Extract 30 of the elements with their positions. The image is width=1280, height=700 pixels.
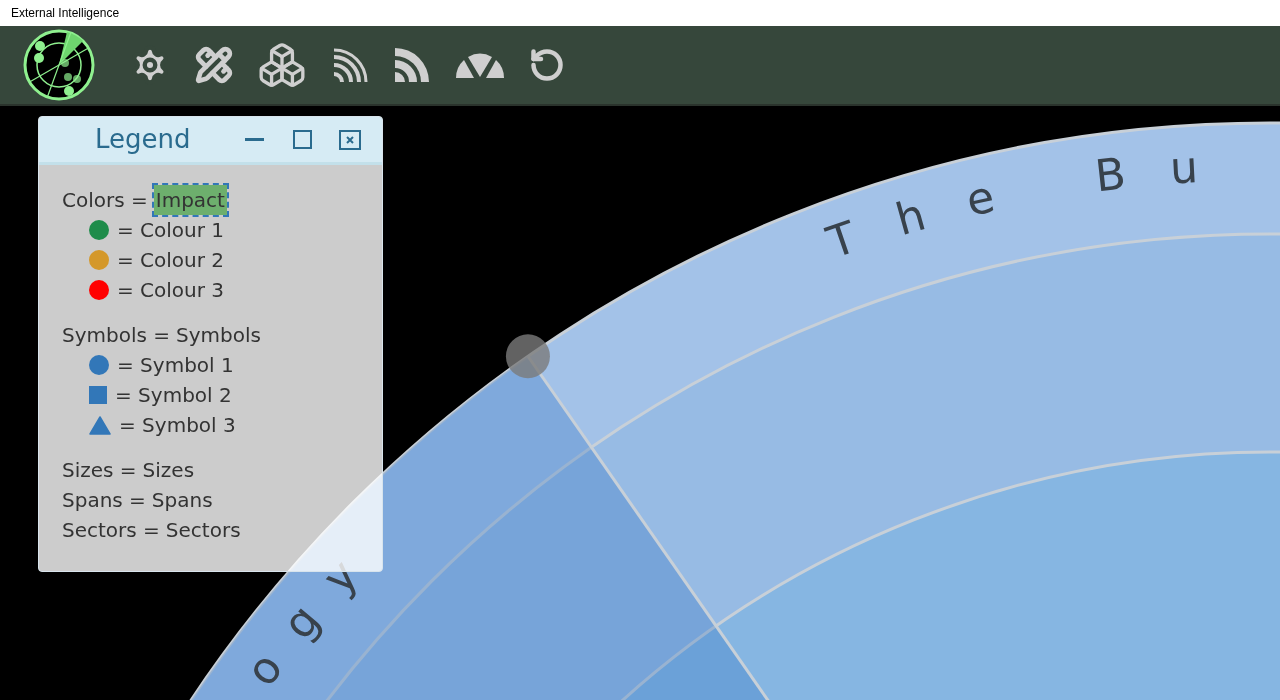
signal-arcs-icon[interactable] (393, 46, 431, 84)
legend-key-value[interactable]: Impact (153, 185, 227, 215)
legend-key-value[interactable]: Sizes (142, 455, 195, 485)
square-symbol-icon (89, 386, 107, 404)
gauge-icon[interactable] (455, 51, 505, 79)
legend-item-label: = Symbol 2 (115, 382, 232, 409)
legend-key-value[interactable]: Sectors (165, 515, 241, 545)
legend-item-label: = Symbol 3 (119, 412, 236, 439)
legend-item-label: = Symbol 1 (117, 352, 234, 379)
circle-symbol-icon (89, 355, 109, 375)
window-title: External Intelligence (11, 5, 120, 22)
legend-key-value[interactable]: Symbols (176, 320, 261, 350)
cubes-icon[interactable] (257, 40, 307, 90)
triangle-symbol-icon (89, 415, 111, 435)
signal-arcs-icon[interactable] (331, 46, 369, 84)
pencil-ruler-icon[interactable] (195, 46, 233, 84)
ring-label: The Bu (820, 138, 1244, 269)
undo-icon[interactable] (529, 47, 565, 83)
legend-item-label: = Colour 2 (117, 247, 225, 274)
legend-key-label: Sectors = (62, 517, 160, 544)
legend-item-label: = Colour 3 (117, 277, 225, 304)
legend-key-label: Sizes = (62, 457, 137, 484)
radar-logo-icon[interactable] (23, 29, 95, 101)
drag-handle[interactable] (505, 334, 550, 379)
legend-key-label: Colors = (62, 187, 148, 214)
legend-key-label: Spans = (62, 487, 146, 514)
legend-key-label: Symbols = (62, 322, 171, 349)
legend-title: Legend (95, 123, 192, 156)
legend-item-label: = Colour 1 (117, 217, 225, 244)
legend-key-value[interactable]: Spans (151, 485, 213, 515)
